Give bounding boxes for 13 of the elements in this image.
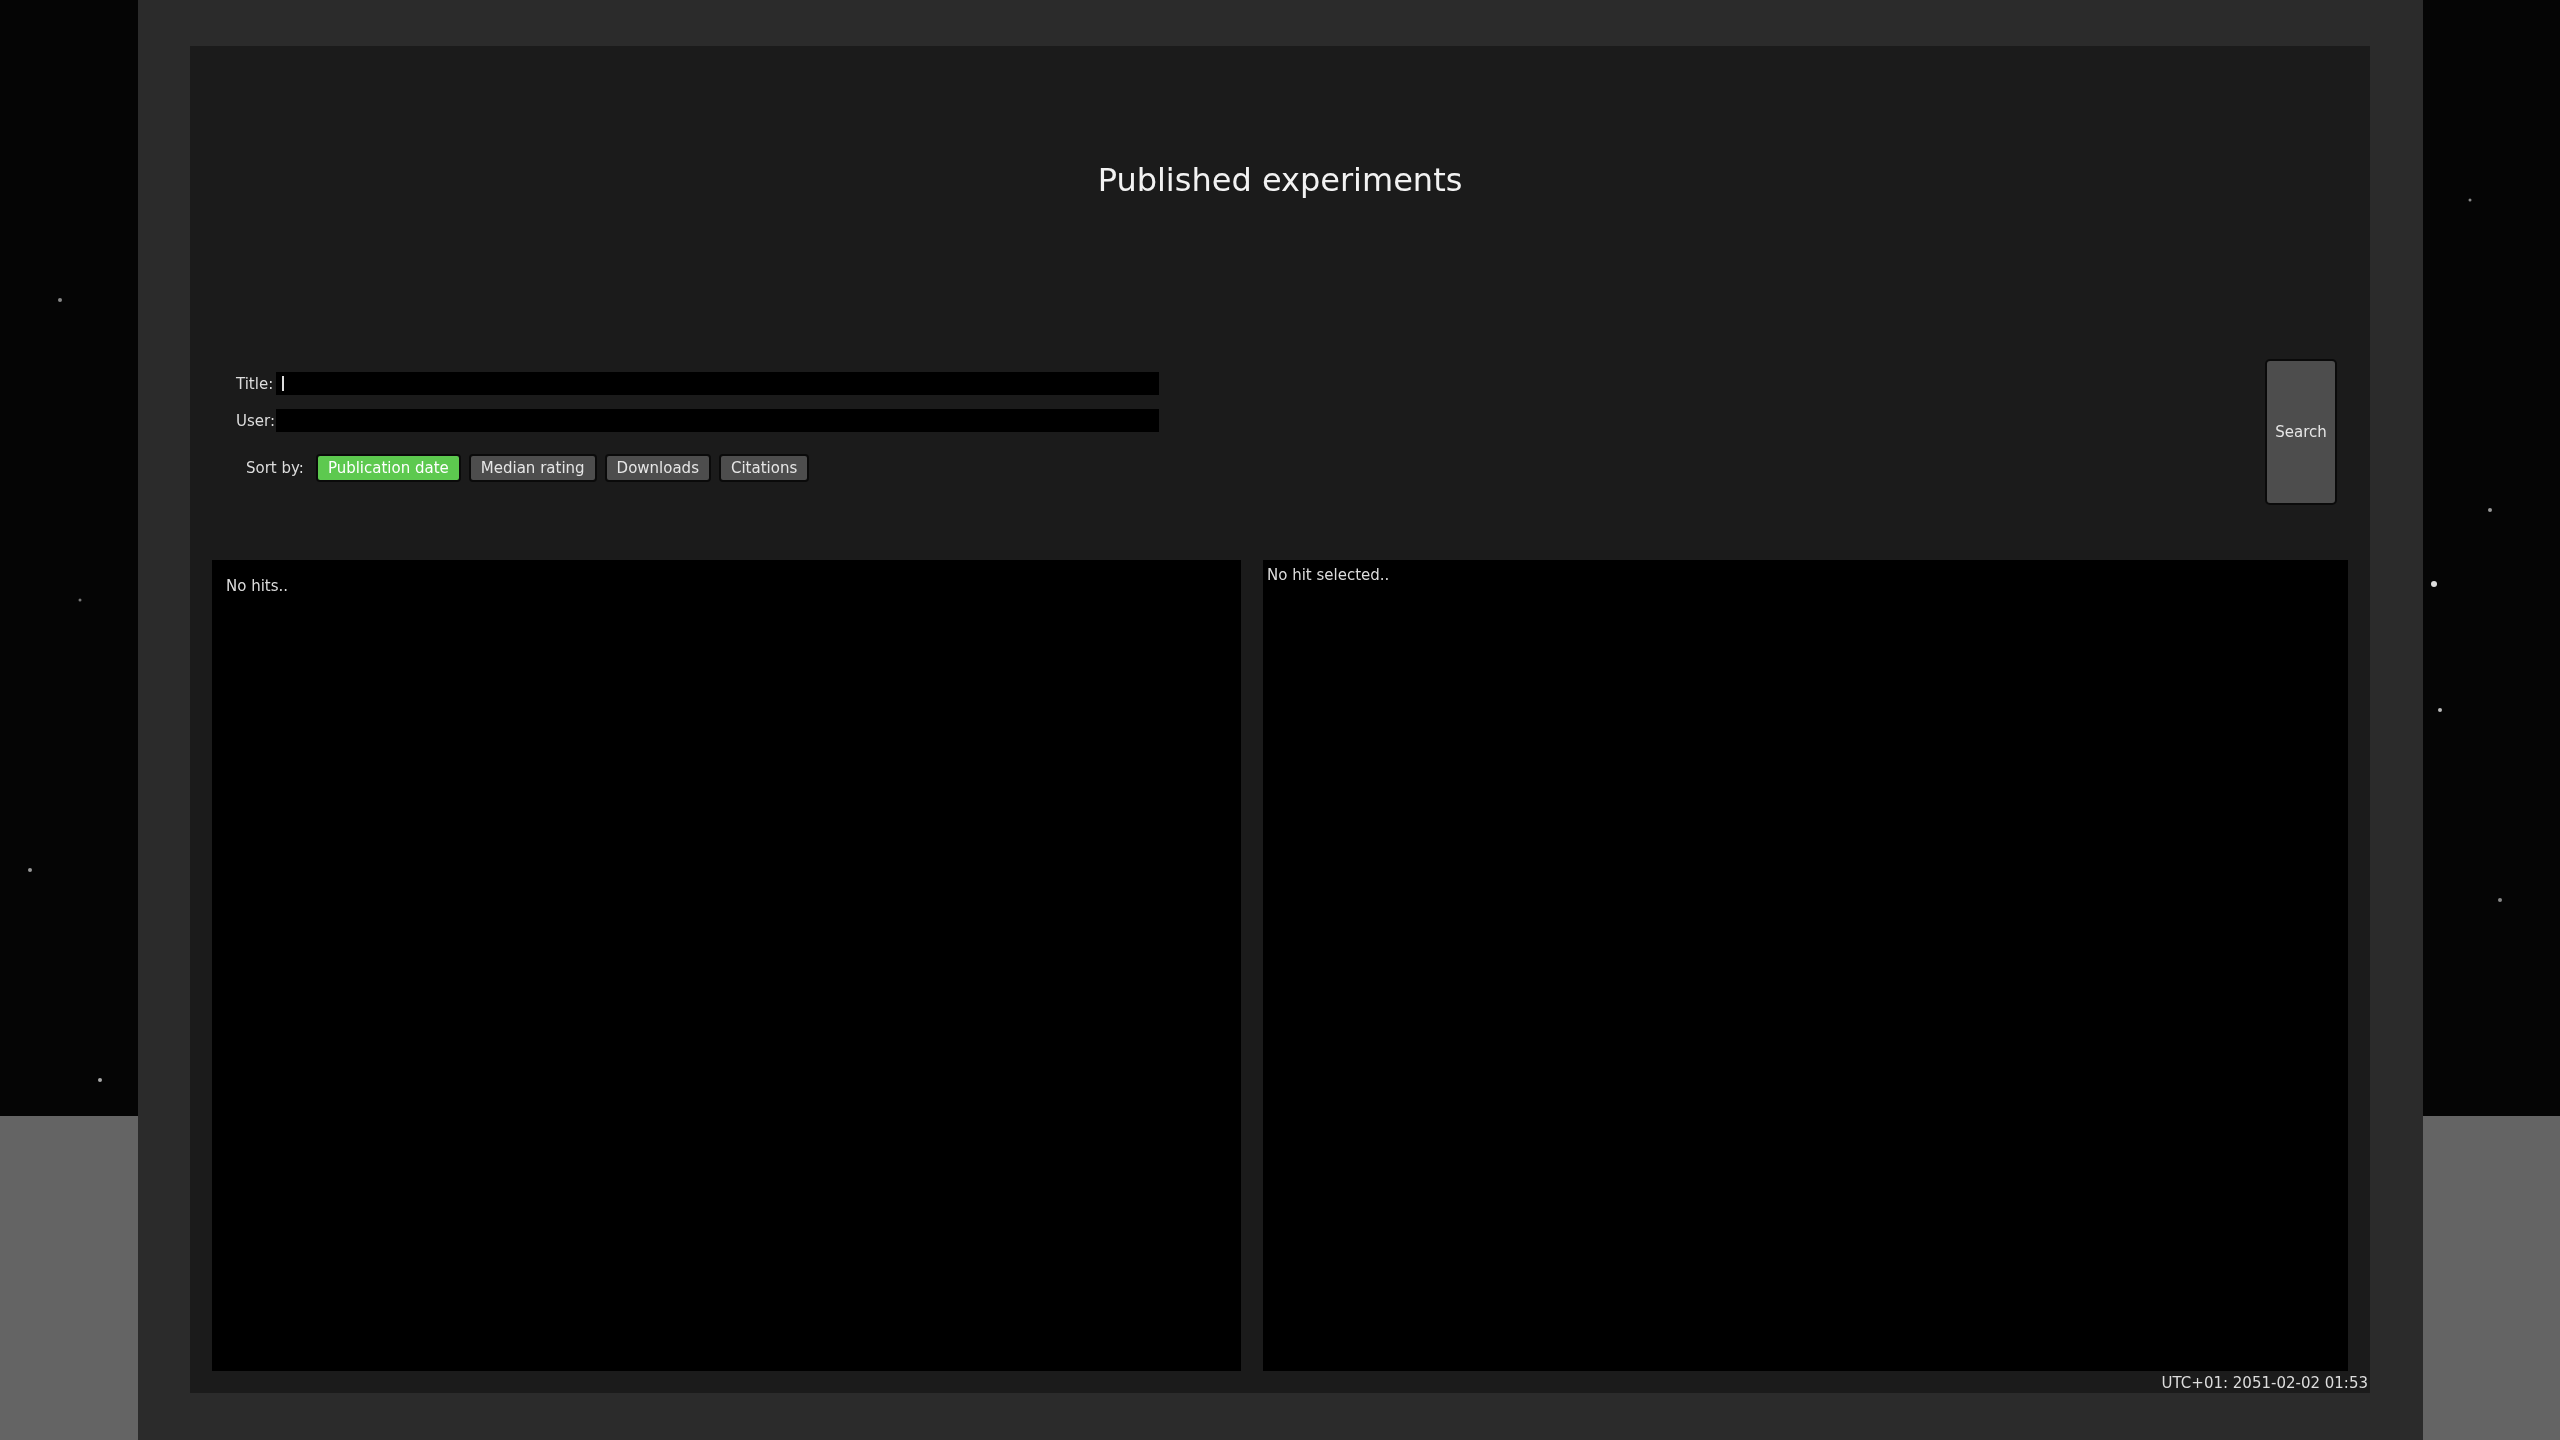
field-label: User: [236, 410, 272, 432]
field-label: Title: [236, 373, 272, 395]
sort-label: Sort by: [246, 458, 304, 480]
sort-button[interactable]: Downloads [604, 454, 711, 483]
page-title: Published experiments [1096, 161, 1464, 200]
timestamp: UTC+01: 2051-02-02 01:53 [2161, 1374, 2368, 1392]
sort-button[interactable]: Citations [718, 454, 810, 483]
input-field[interactable] [276, 409, 1159, 433]
input-field[interactable] [276, 372, 1159, 396]
sort-button[interactable]: Median rating [468, 454, 597, 483]
empty-detail-message: No hit selected.. [1267, 566, 1390, 585]
empty-results-message: No hits.. [226, 577, 289, 596]
search-button[interactable]: Search [2265, 359, 2337, 506]
